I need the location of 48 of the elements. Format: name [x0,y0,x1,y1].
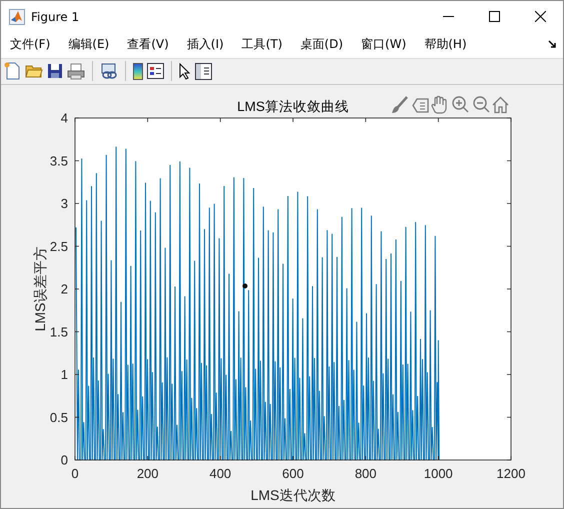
x-tick-label: 1200 [496,466,526,481]
hand-icon[interactable] [431,96,447,114]
app-icon [9,8,25,24]
y-tick-label: 4 [60,110,68,126]
x-tick-label: 200 [136,466,159,481]
y-tick-label: 3 [60,196,68,211]
print-icon[interactable] [67,62,85,80]
y-tick-label: 2 [60,282,68,296]
y-tick-label: 3.5 [50,153,68,168]
menu-item[interactable]: 桌面(D) [295,36,348,54]
x-tick-label: 400 [209,466,232,481]
x-tick-label: 0 [71,466,79,481]
menu-item[interactable]: 编辑(E) [63,36,114,54]
menu-item[interactable]: 查看(V) [122,36,174,54]
datatip-icon[interactable] [412,98,429,113]
menu-item[interactable]: 工具(T) [236,36,288,54]
menu-item[interactable]: 帮助(H) [419,36,472,54]
y-axis-label: LMS误差平方 [32,246,48,332]
x-tick-label: 1000 [424,466,453,481]
brush-icon[interactable] [392,96,408,113]
new-file-icon[interactable] [4,62,21,80]
menu-item[interactable]: 插入(I) [182,36,229,54]
open-folder-icon[interactable] [25,63,43,80]
maximize-icon[interactable] [488,11,500,22]
x-axis-label: LMS迭代次数 [250,487,336,503]
home-icon[interactable] [492,96,509,114]
colorbar-icon[interactable] [133,62,143,80]
data-point-marker [242,284,248,288]
y-tick-label: 0.5 [50,410,68,425]
x-tick-label: 800 [354,466,377,481]
y-tick-label: 0 [60,452,68,468]
save-icon[interactable] [47,63,63,80]
panel-icon[interactable] [195,62,212,80]
menu-item[interactable]: 窗口(W) [356,36,412,54]
chart-title: LMS算法收敛曲线 [237,99,349,114]
x-tick-label: 600 [282,466,304,481]
menu-item[interactable]: 文件(F) [5,36,56,54]
dock-arrow-icon[interactable] [548,40,557,50]
window-title: Figure 1 [31,10,80,24]
close-icon[interactable] [534,11,546,22]
legend-icon[interactable] [147,63,164,80]
zoom-out-icon[interactable] [473,96,490,113]
y-tick-label: 1.5 [50,324,68,340]
y-tick-label: 2.5 [50,238,68,254]
y-tick-label: 1 [60,367,68,382]
pointer-icon[interactable] [179,62,191,80]
link-icon[interactable] [100,62,118,80]
zoom-in-icon[interactable] [452,96,469,113]
